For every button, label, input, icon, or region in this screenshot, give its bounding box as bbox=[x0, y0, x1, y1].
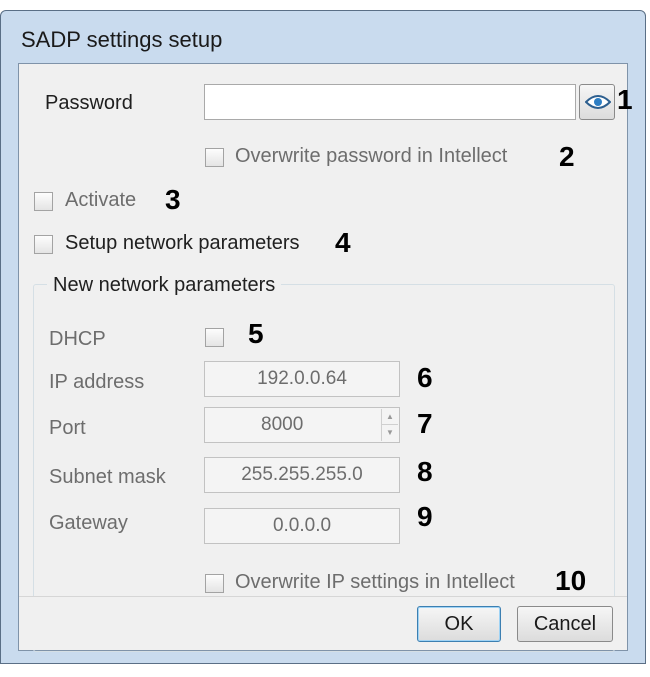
subnet-mask-label: Subnet mask bbox=[49, 466, 166, 488]
password-label: Password bbox=[45, 92, 133, 114]
overwrite-ip-checkbox[interactable] bbox=[205, 574, 224, 593]
setup-network-checkbox[interactable] bbox=[34, 235, 53, 254]
overwrite-password-label: Overwrite password in Intellect bbox=[235, 145, 508, 167]
callout-6: 6 bbox=[417, 362, 433, 393]
cancel-button[interactable]: Cancel bbox=[517, 606, 613, 642]
spin-down-icon[interactable]: ▼ bbox=[382, 425, 398, 440]
show-password-button[interactable] bbox=[579, 84, 615, 120]
title-bar[interactable]: SADP settings setup bbox=[1, 11, 645, 63]
eye-icon bbox=[585, 95, 611, 109]
port-label: Port bbox=[49, 417, 86, 439]
setup-network-label: Setup network parameters bbox=[65, 232, 300, 254]
callout-3: 3 bbox=[165, 184, 181, 215]
port-value: 8000 bbox=[261, 414, 304, 435]
dialog-client-area: Password 1 Overwrite password in Intelle… bbox=[18, 63, 633, 652]
gateway-input[interactable]: 0.0.0.0 bbox=[204, 508, 400, 544]
password-input[interactable] bbox=[204, 84, 576, 120]
callout-1: 1 bbox=[617, 84, 633, 115]
overwrite-ip-label: Overwrite IP settings in Intellect bbox=[235, 571, 515, 593]
dhcp-label: DHCP bbox=[49, 328, 106, 350]
ip-address-label: IP address bbox=[49, 371, 145, 393]
gateway-label: Gateway bbox=[49, 512, 128, 534]
callout-4: 4 bbox=[335, 227, 351, 258]
spin-up-icon[interactable]: ▲ bbox=[382, 409, 398, 425]
ip-address-input[interactable]: 192.0.0.64 bbox=[204, 361, 400, 397]
ok-button[interactable]: OK bbox=[417, 606, 501, 642]
callout-10: 10 bbox=[555, 565, 587, 596]
activate-checkbox[interactable] bbox=[34, 192, 53, 211]
window-title: SADP settings setup bbox=[21, 27, 223, 52]
callout-2: 2 bbox=[559, 141, 575, 172]
activate-label: Activate bbox=[65, 189, 137, 211]
subnet-mask-input[interactable]: 255.255.255.0 bbox=[204, 457, 400, 493]
callout-7: 7 bbox=[417, 408, 433, 439]
port-spinner[interactable]: ▲ ▼ bbox=[381, 409, 398, 441]
callout-5: 5 bbox=[248, 318, 264, 349]
network-group-title: New network parameters bbox=[47, 274, 282, 297]
dhcp-checkbox[interactable] bbox=[205, 328, 224, 347]
dialog-footer: OK Cancel bbox=[19, 596, 627, 650]
callout-9: 9 bbox=[417, 501, 433, 532]
overwrite-password-checkbox[interactable] bbox=[205, 148, 224, 167]
port-input[interactable]: 8000 ▲ ▼ bbox=[204, 407, 400, 443]
top-strip bbox=[0, 0, 650, 10]
dialog-window: SADP settings setup Password 1 Overwrite… bbox=[0, 10, 646, 664]
callout-8: 8 bbox=[417, 456, 433, 487]
